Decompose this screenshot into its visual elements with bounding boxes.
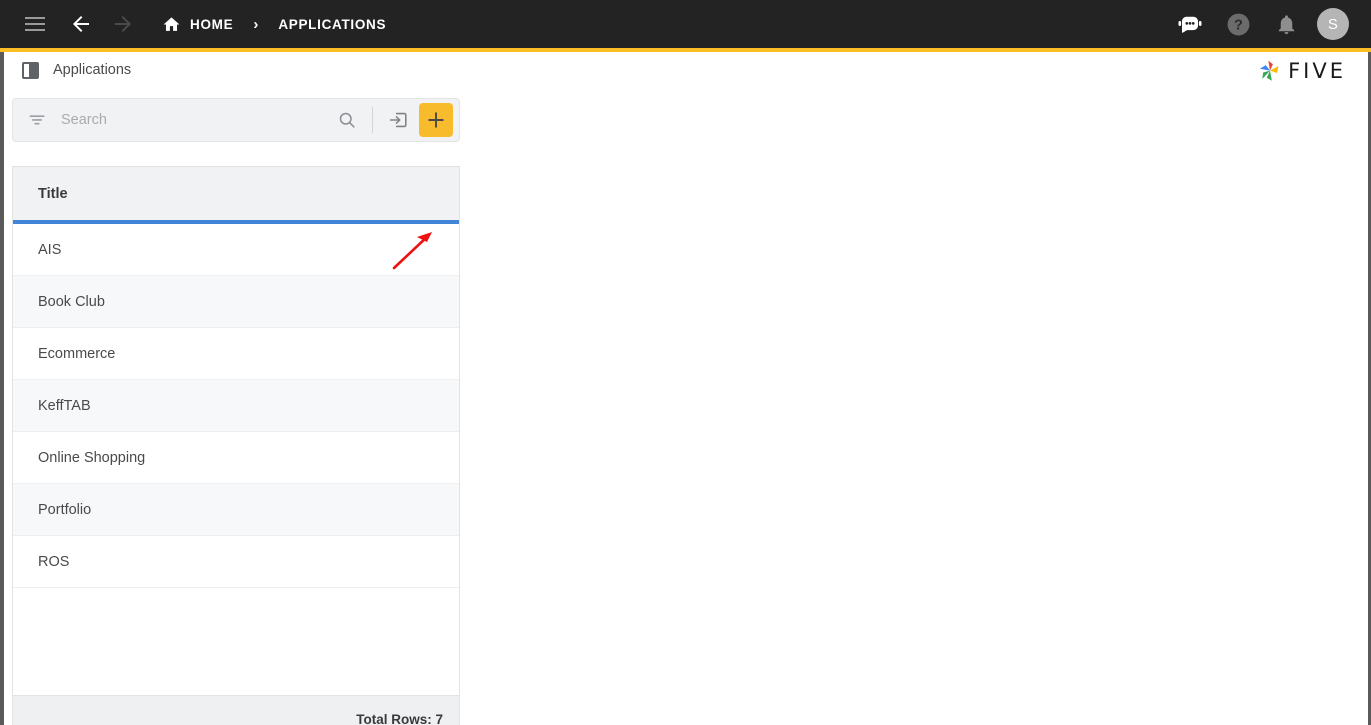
plus-icon <box>428 112 444 128</box>
chatbot-icon <box>1178 16 1202 33</box>
breadcrumb-item-applications[interactable]: APPLICATIONS <box>278 17 386 32</box>
arrow-right-icon <box>115 16 131 32</box>
import-icon <box>389 112 407 128</box>
application-window: HOME › APPLICATIONS ? S Applications FIV… <box>0 0 1371 725</box>
add-button[interactable] <box>419 103 453 137</box>
cell-title: ROS <box>38 553 70 570</box>
table-row[interactable]: Book Club <box>13 276 459 328</box>
table-row[interactable]: Ecommerce <box>13 328 459 380</box>
toolbar-divider <box>372 107 373 133</box>
applications-panel: Title AIS Book Club Ecommerce KeffTAB On… <box>12 98 460 725</box>
cell-title: AIS <box>38 241 62 258</box>
help-button[interactable]: ? <box>1221 7 1255 41</box>
filter-icon[interactable] <box>27 110 47 130</box>
table-row[interactable]: ROS <box>13 536 459 588</box>
search-toolbar <box>12 98 460 142</box>
tab-strip: Applications FIVE <box>4 52 1368 88</box>
arrow-left-icon <box>73 16 89 32</box>
total-rows-label: Total Rows: 7 <box>356 712 443 725</box>
cell-title: KeffTAB <box>38 397 91 414</box>
tab-label: Applications <box>53 62 132 78</box>
brand-logo: FIVE <box>1257 58 1346 84</box>
forward-button[interactable] <box>106 7 140 41</box>
brand-text: FIVE <box>1288 59 1346 83</box>
menu-button[interactable] <box>18 7 52 41</box>
applications-grid: Title AIS Book Club Ecommerce KeffTAB On… <box>12 166 460 725</box>
grid-empty-space <box>13 588 459 695</box>
table-row[interactable]: Online Shopping <box>13 432 459 484</box>
table-row[interactable]: Portfolio <box>13 484 459 536</box>
table-row[interactable]: AIS <box>13 224 459 276</box>
back-button[interactable] <box>64 7 98 41</box>
search-input[interactable] <box>61 106 332 134</box>
import-button[interactable] <box>383 105 413 135</box>
chatbot-button[interactable] <box>1173 7 1207 41</box>
breadcrumb-item-home[interactable]: HOME <box>190 17 233 32</box>
notifications-button[interactable] <box>1269 7 1303 41</box>
grid-footer: Total Rows: 7 <box>13 695 459 725</box>
hamburger-icon <box>25 17 45 31</box>
cell-title: Online Shopping <box>38 449 146 466</box>
column-header-title[interactable]: Title <box>38 186 68 202</box>
search-button[interactable] <box>332 105 362 135</box>
home-icon <box>162 15 181 34</box>
search-icon <box>339 112 355 128</box>
top-navigation-bar: HOME › APPLICATIONS ? S <box>0 0 1371 48</box>
tab-applications[interactable]: Applications <box>22 61 132 79</box>
breadcrumb: HOME › APPLICATIONS <box>162 0 386 48</box>
avatar[interactable]: S <box>1317 8 1349 40</box>
cell-title: Ecommerce <box>38 345 116 362</box>
cell-title: Book Club <box>38 293 105 310</box>
cell-title: Portfolio <box>38 501 92 518</box>
panel-icon <box>22 61 39 79</box>
grid-header-row: Title <box>13 167 459 224</box>
top-bar-actions: ? S <box>1173 7 1357 41</box>
breadcrumb-separator: › <box>253 15 259 33</box>
help-icon: ? <box>1227 13 1249 35</box>
five-logo-icon <box>1260 60 1279 81</box>
page-content: Applications FIVE Search Title AIS Book … <box>4 52 1368 725</box>
bell-icon <box>1278 14 1294 34</box>
svg-text:?: ? <box>1234 17 1243 33</box>
table-row[interactable]: KeffTAB <box>13 380 459 432</box>
